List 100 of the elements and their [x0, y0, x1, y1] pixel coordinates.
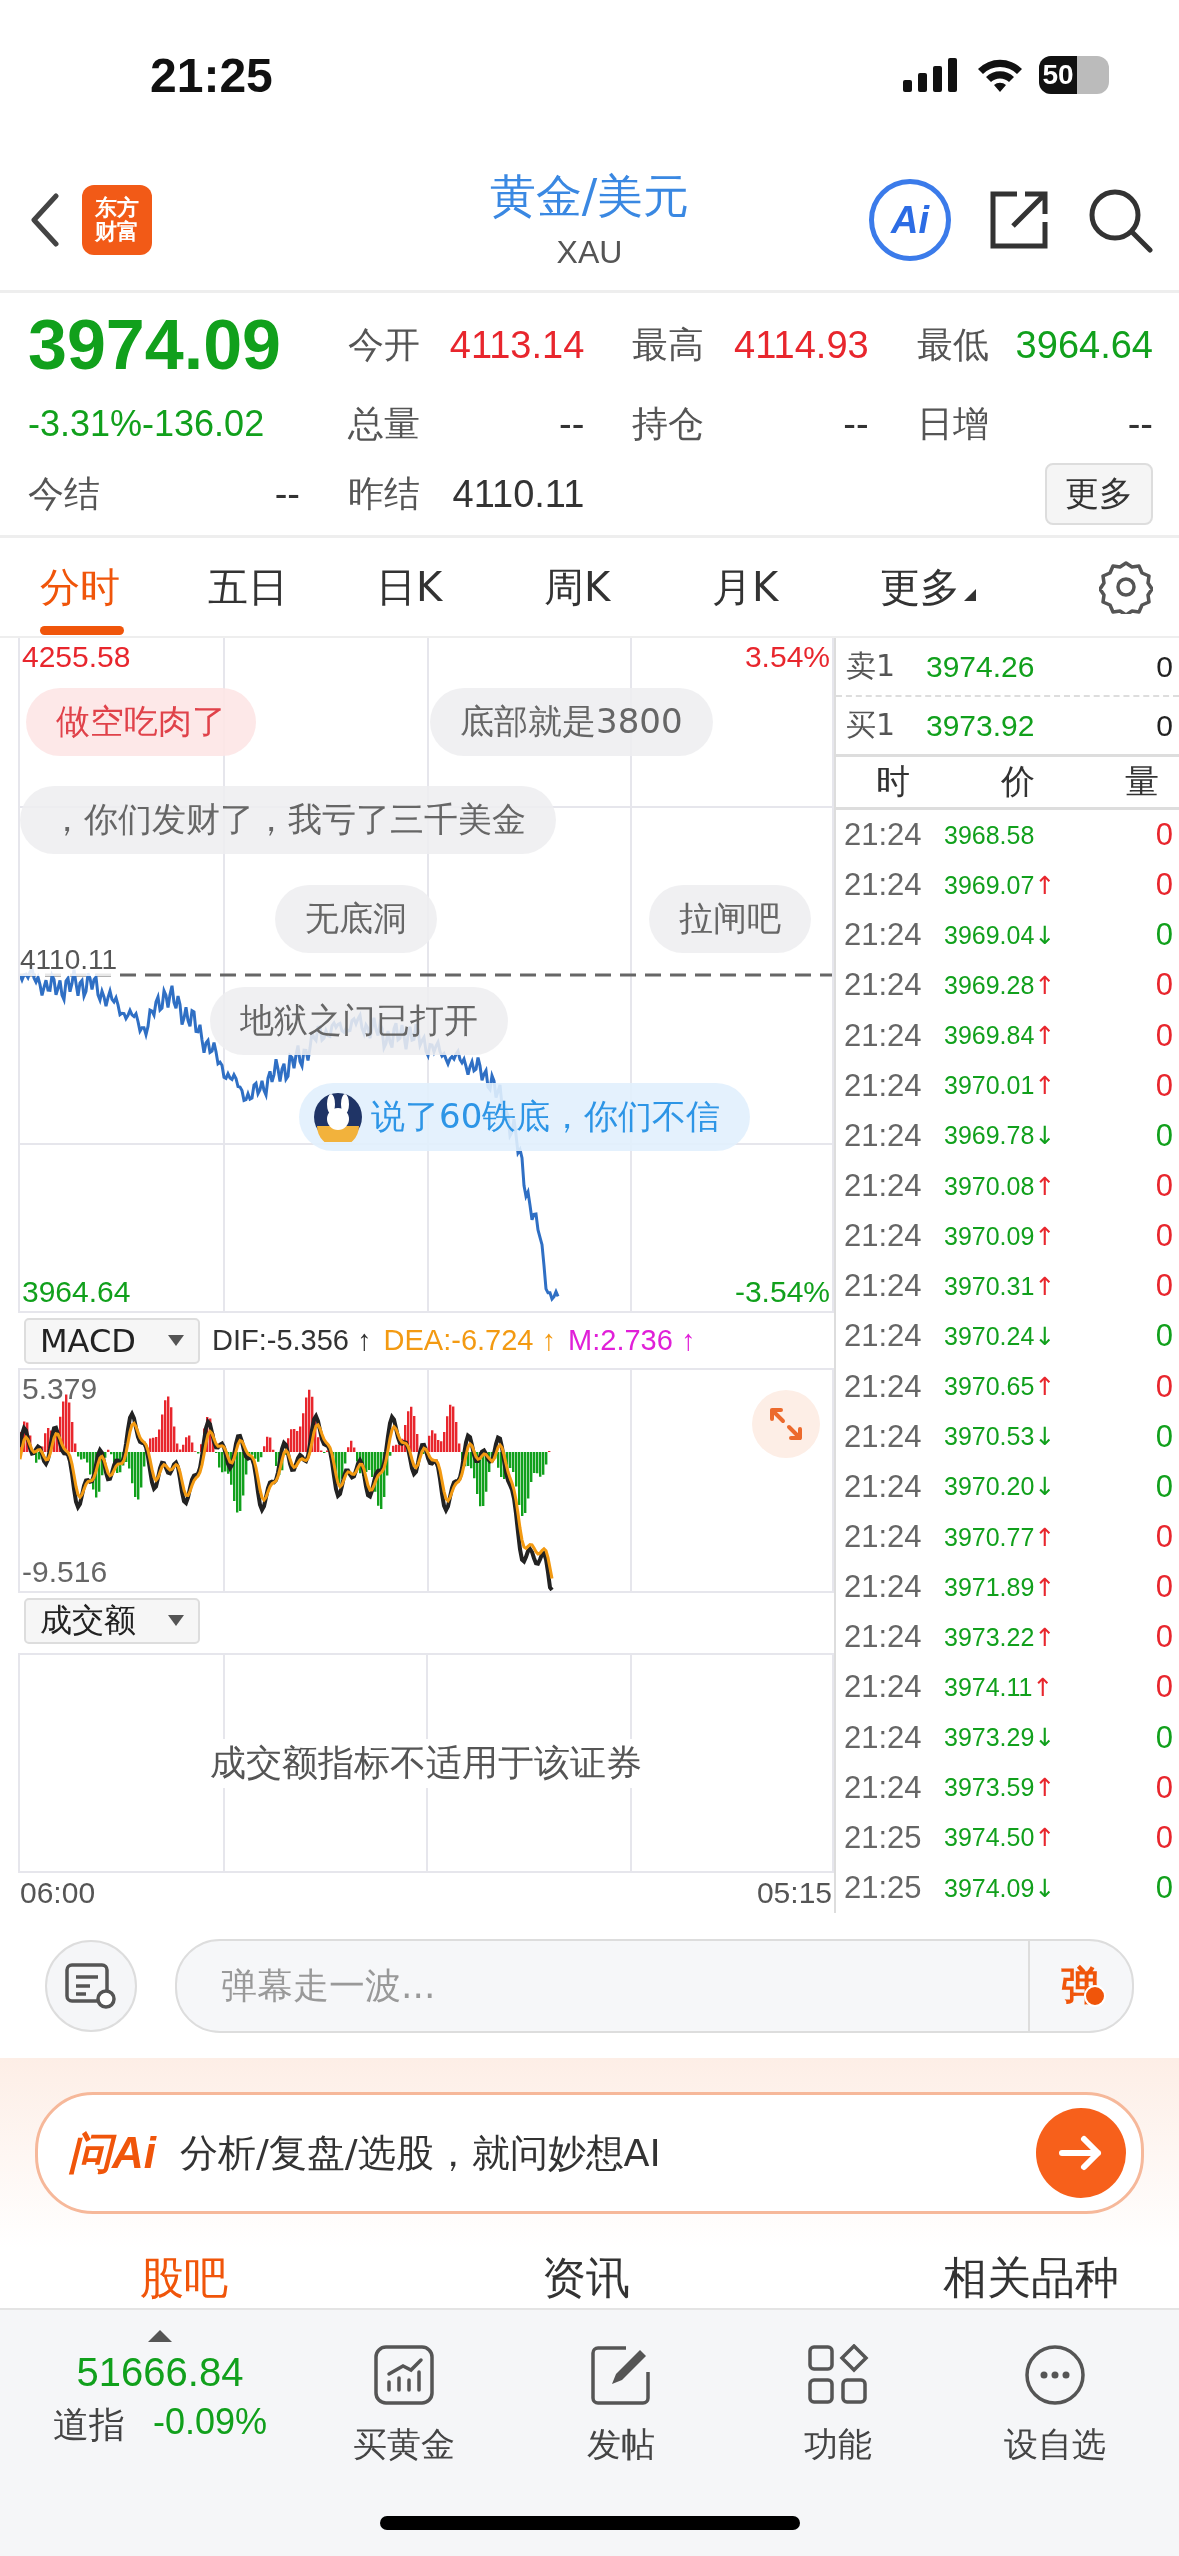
- axis-label: 3.54%: [744, 640, 830, 674]
- tick-volume: 0: [1155, 1368, 1173, 1405]
- tick-volume: 0: [1155, 1769, 1173, 1806]
- tick-time: 21:24: [844, 1017, 923, 1054]
- tick-arrow: ↑: [1034, 870, 1056, 900]
- settings-icon[interactable]: [1099, 560, 1153, 614]
- axis-label: -3.54%: [734, 1275, 830, 1309]
- tick-price: 3974.09: [944, 1873, 1035, 1903]
- tick-price: 3969.04: [944, 920, 1035, 950]
- tick-time: 21:24: [844, 1268, 923, 1305]
- index-name: 道指: [52, 2403, 125, 2447]
- period-tab[interactable]: 更多: [880, 539, 1048, 635]
- period-tab[interactable]: 周K: [544, 539, 712, 635]
- order-price: 3974.26: [926, 649, 1035, 684]
- stat-label: 最高: [632, 322, 705, 367]
- tick-arrow: ↓: [1034, 1723, 1056, 1753]
- chart-icon: [372, 2344, 435, 2406]
- last-price: 3974.09: [28, 305, 283, 385]
- danmaku-text: 地狱之门已打开: [240, 999, 478, 1042]
- toolbar-button[interactable]: 发帖: [527, 2330, 715, 2468]
- danmaku-text: 做空吃肉了: [56, 700, 226, 743]
- tick-price: 3969.84: [944, 1021, 1035, 1051]
- indicator-dropdown[interactable]: MACD: [24, 1317, 200, 1364]
- stat-label: 日增: [916, 401, 989, 446]
- index-ticker[interactable]: 51666.84 道指 -0.09%: [40, 2330, 280, 2450]
- tick-arrow: ↓: [1034, 1873, 1056, 1903]
- toolbar-button[interactable]: 买黄金: [310, 2330, 498, 2468]
- toolbar-button[interactable]: 设自选: [961, 2330, 1149, 2468]
- order-price: 3973.92: [926, 708, 1035, 743]
- more-icon: [1024, 2344, 1087, 2406]
- tick-volume: 0: [1155, 1418, 1173, 1455]
- caret-icon: [168, 1335, 184, 1346]
- section-tab[interactable]: 资讯: [541, 2248, 630, 2308]
- tick-time: 21:24: [844, 1418, 923, 1455]
- tick-price: 3971.89: [944, 1572, 1035, 1602]
- period-tab[interactable]: 日K: [376, 539, 544, 635]
- price-change: -3.31%-136.02: [28, 403, 266, 445]
- tick-price: 3974.50: [944, 1823, 1035, 1853]
- tick-volume: 0: [1155, 1569, 1173, 1606]
- tick-volume: 0: [1155, 1719, 1173, 1756]
- stat-label: 最低: [916, 322, 989, 367]
- order-volume: 0: [1156, 649, 1173, 684]
- tick-arrow: ↓: [1034, 920, 1056, 950]
- instrument-code: XAU: [556, 234, 623, 271]
- expand-icon[interactable]: [752, 1390, 820, 1458]
- stat-label: 昨结: [348, 471, 420, 516]
- order-side: 买1: [846, 706, 897, 744]
- instrument-title: 黄金/美元: [489, 168, 690, 225]
- tick-price: 3970.20: [944, 1472, 1035, 1502]
- tick-time: 21:25: [844, 1870, 923, 1906]
- tick-time: 21:24: [844, 1619, 923, 1656]
- tick-time: 21:24: [844, 867, 923, 904]
- tick-arrow: ↓: [1034, 1121, 1056, 1151]
- tick-price: 3974.11: [944, 1672, 1033, 1702]
- tick-volume: 0: [1155, 1268, 1173, 1305]
- search-icon[interactable]: [1087, 187, 1153, 253]
- stat-label: 持仓: [632, 401, 705, 446]
- tick-price: 3970.09: [944, 1221, 1035, 1251]
- tick-time: 21:24: [844, 817, 923, 854]
- tick-arrow: ↑: [1034, 1823, 1056, 1853]
- axis-label: 5.379: [22, 1372, 98, 1406]
- volume-notice: 成交额指标不适用于该证券: [210, 1738, 642, 1788]
- axis-label: 05:15: [756, 1876, 832, 1910]
- ai-prompt-bar[interactable]: 问Ai 分析/复盘/选股，就问妙想AI: [35, 2092, 1144, 2214]
- edit-icon: [589, 2344, 652, 2406]
- list-settings-icon: [64, 1961, 118, 2010]
- tick-price: 3973.59: [944, 1773, 1035, 1803]
- tick-arrow: ↓: [1034, 1422, 1056, 1452]
- toolbar-button[interactable]: 功能: [744, 2330, 932, 2468]
- tick-volume: 0: [1155, 817, 1173, 854]
- period-tab[interactable]: 月K: [712, 539, 880, 635]
- stat-value: --: [558, 402, 585, 446]
- tick-time: 21:24: [844, 1117, 923, 1154]
- tick-arrow: ↑: [1032, 1672, 1054, 1702]
- tick-time: 21:24: [844, 967, 923, 1004]
- ai-assistant-button[interactable]: Ai: [869, 179, 951, 261]
- section-tab[interactable]: 相关品种: [943, 2248, 1119, 2308]
- period-tab[interactable]: 五日: [208, 539, 376, 635]
- battery-indicator: 50: [1039, 56, 1109, 94]
- tick-volume: 0: [1155, 1819, 1173, 1856]
- tick-volume: 0: [1155, 1468, 1173, 1505]
- tick-arrow: ↑: [1034, 1522, 1056, 1552]
- status-time: 21:25: [150, 47, 273, 103]
- axis-label: -9.516: [22, 1555, 108, 1589]
- tick-price: 3973.22: [944, 1622, 1035, 1652]
- stat-value: 4113.14: [449, 323, 585, 367]
- arrow-right-icon[interactable]: [1036, 2108, 1126, 2198]
- back-icon[interactable]: [30, 193, 60, 247]
- indicator-dropdown[interactable]: 成交额: [24, 1597, 200, 1644]
- more-button[interactable]: 更多: [1045, 463, 1153, 525]
- column-header: 时: [876, 760, 910, 803]
- tick-time: 21:24: [844, 1218, 923, 1255]
- tick-price: 3969.78: [944, 1121, 1035, 1151]
- tick-time: 21:25: [844, 1819, 923, 1856]
- tick-volume: 0: [1155, 1117, 1173, 1154]
- tick-volume: 0: [1155, 1619, 1173, 1656]
- avatar-icon: [313, 1092, 363, 1142]
- tick-volume: 0: [1155, 917, 1173, 954]
- tick-price: 3968.58: [944, 820, 1035, 850]
- tick-price: 3970.08: [944, 1171, 1035, 1201]
